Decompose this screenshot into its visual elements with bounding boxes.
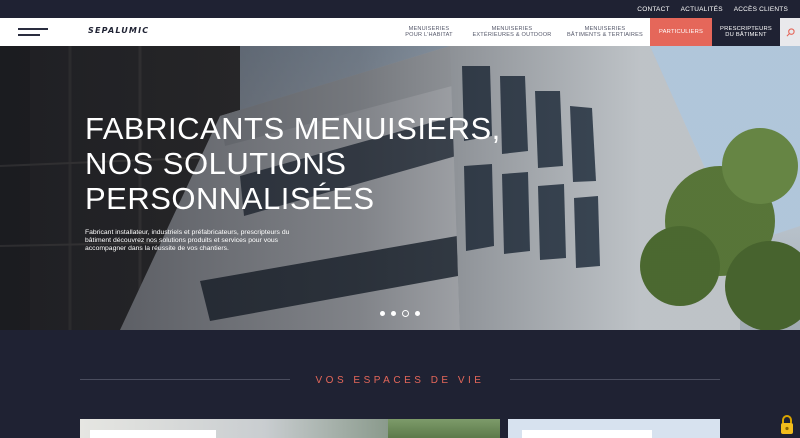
lock-icon[interactable]: [779, 413, 795, 435]
hero-title-line1: FABRICANTS MENUISIERS,: [85, 111, 501, 146]
nav-item-batiments-line2: BÂTIMENTS & TERTIAIRES: [567, 32, 643, 38]
nav-item-exterieures-line2: EXTÉRIEURES & OUTDOOR: [472, 32, 552, 38]
prescripteurs-button[interactable]: PRESCRIPTEURS DU BÂTIMENT: [712, 18, 780, 46]
hero-title-line2: NOS SOLUTIONS: [85, 146, 347, 181]
hero-title: FABRICANTS MENUISIERS, NOS SOLUTIONS PER…: [85, 111, 505, 216]
slider-dots: [380, 310, 420, 317]
hero-banner: FABRICANTS MENUISIERS, NOS SOLUTIONS PER…: [0, 46, 800, 330]
actualites-link[interactable]: ACTUALITÉS: [681, 6, 723, 13]
search-icon: [786, 27, 795, 36]
search-button[interactable]: [780, 18, 800, 46]
space-card-3[interactable]: [508, 419, 720, 438]
slider-dot-3[interactable]: [402, 310, 409, 317]
slider-dot-4[interactable]: [415, 311, 420, 316]
utility-links: CONTACT ACTUALITÉS ACCÈS CLIENTS: [637, 0, 788, 18]
hero-title-line3: PERSONNALISÉES: [85, 181, 375, 216]
site-logo[interactable]: SEPALUMIC: [88, 26, 149, 35]
section-title: VOS ESPACES DE VIE: [315, 375, 485, 386]
nav-item-habitat[interactable]: MENUISERIES POUR L'HABITAT: [396, 18, 462, 46]
hero-description: Fabricant installateur, industriels et p…: [85, 229, 290, 253]
nav-item-exterieures[interactable]: MENUISERIES EXTÉRIEURES & OUTDOOR: [468, 18, 556, 46]
particuliers-button[interactable]: PARTICULIERS: [650, 18, 712, 46]
nav-item-habitat-line2: POUR L'HABITAT: [405, 32, 453, 38]
top-utility-bar: CONTACT ACTUALITÉS ACCÈS CLIENTS: [0, 0, 800, 18]
space-card-1[interactable]: [80, 419, 388, 438]
slider-dot-2[interactable]: [391, 311, 396, 316]
particuliers-label: PARTICULIERS: [658, 29, 704, 35]
slider-dot-1[interactable]: [380, 311, 385, 316]
nav-item-batiments[interactable]: MENUISERIES BÂTIMENTS & TERTIAIRES: [564, 18, 646, 46]
menu-burger-icon[interactable]: [18, 27, 48, 37]
space-card-2[interactable]: [388, 419, 500, 438]
main-navigation: SEPALUMIC MENUISERIES POUR L'HABITAT MEN…: [0, 18, 800, 46]
space-card-3-label-box: [522, 430, 652, 438]
acces-clients-link[interactable]: ACCÈS CLIENTS: [734, 6, 788, 13]
contact-link[interactable]: CONTACT: [637, 6, 669, 13]
section-rule-right: [510, 379, 720, 380]
space-card-1-label-box: [90, 430, 216, 438]
prescripteurs-label-line2: DU BÂTIMENT: [725, 32, 767, 38]
